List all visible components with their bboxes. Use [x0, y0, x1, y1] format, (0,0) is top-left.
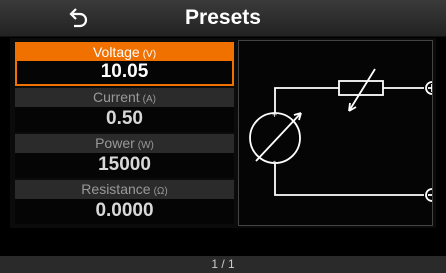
- power-value: 15000: [98, 154, 151, 175]
- page-indicator: 1 / 1: [211, 257, 235, 271]
- voltage-value: 10.05: [100, 61, 149, 82]
- current-label: Current (A): [15, 88, 234, 107]
- resistance-unit: (Ω): [153, 186, 168, 197]
- power-unit: (W): [137, 140, 154, 151]
- presets-panel: Voltage (V) 10.05 Current (A) 0.50 Power (W…: [10, 38, 439, 228]
- meter-plus-label: +: [272, 110, 277, 120]
- footer-bar: 1 / 1: [0, 256, 446, 273]
- title-bar: Presets: [0, 0, 446, 37]
- circuit-diagram: + -: [238, 40, 439, 226]
- resistance-preset[interactable]: Resistance (Ω) 0.0000: [15, 180, 234, 224]
- power-name: Power: [95, 135, 135, 151]
- current-unit: (A): [142, 94, 157, 105]
- power-label: Power (W): [15, 134, 234, 153]
- parameter-list: Voltage (V) 10.05 Current (A) 0.50 Power (W…: [15, 42, 234, 226]
- voltage-name: Voltage: [92, 44, 140, 60]
- resistance-label: Resistance (Ω): [15, 180, 234, 199]
- voltage-unit: (V): [142, 49, 157, 60]
- voltage-label: Voltage (V): [17, 44, 232, 61]
- plus-sign: [428, 84, 433, 92]
- current-name: Current: [92, 89, 140, 105]
- page-title: Presets: [185, 6, 261, 29]
- current-preset[interactable]: Current (A) 0.50: [15, 88, 234, 132]
- resistance-name: Resistance: [81, 181, 151, 197]
- circuit-svg: + -: [249, 68, 439, 202]
- resistor-arrow-line: [348, 68, 376, 112]
- bottom-wire: [274, 163, 424, 196]
- meter-minus-label: -: [273, 156, 276, 166]
- power-preset[interactable]: Power (W) 15000: [15, 134, 234, 178]
- resistance-value: 0.0000: [95, 200, 154, 221]
- voltage-preset[interactable]: Voltage (V) 10.05: [15, 42, 234, 86]
- top-wire-left: [274, 87, 339, 113]
- current-value: 0.50: [106, 108, 143, 129]
